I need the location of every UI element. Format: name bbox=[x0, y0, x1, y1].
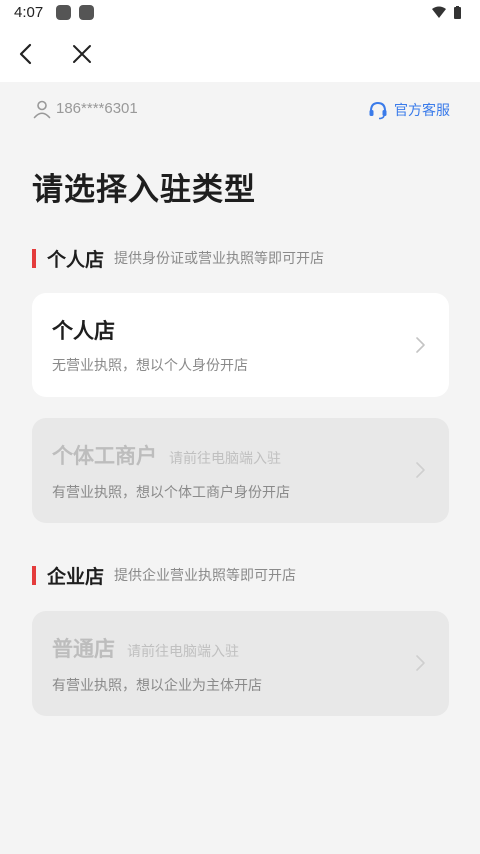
nav-bar bbox=[0, 26, 480, 82]
close-icon bbox=[73, 45, 91, 63]
section-title: 个人店 bbox=[47, 248, 105, 271]
notification-icon bbox=[79, 5, 94, 20]
chevron-right-icon bbox=[416, 655, 425, 671]
close-button[interactable] bbox=[66, 38, 98, 70]
card-hint: 请前往电脑端入驻 bbox=[169, 451, 281, 467]
status-bar: 4:07 bbox=[0, 0, 480, 26]
customer-service-label: 官方客服 bbox=[394, 103, 450, 119]
card-title: 个体工商户 bbox=[52, 444, 157, 468]
section-title: 企业店 bbox=[47, 565, 105, 588]
notification-icon bbox=[56, 5, 71, 20]
section-subtitle: 提供身份证或营业执照等即可开店 bbox=[114, 251, 325, 267]
account-phone: 186****6301 bbox=[56, 100, 138, 117]
store-type-card-individual-business[interactable]: 个体工商户 请前往电脑端入驻 有营业执照，想以个体工商户身份开店 bbox=[32, 418, 449, 523]
card-description: 无营业执照，想以个人身份开店 bbox=[52, 358, 248, 374]
chevron-right-icon bbox=[416, 337, 425, 353]
user-icon bbox=[33, 100, 51, 119]
card-title: 普通店 bbox=[52, 637, 115, 661]
section-marker bbox=[32, 248, 36, 268]
card-description: 有营业执照，想以企业为主体开店 bbox=[52, 678, 262, 694]
section-subtitle: 提供企业营业执照等即可开店 bbox=[114, 568, 297, 584]
account-row: 186****6301 官方客服 bbox=[32, 98, 450, 122]
chevron-right-icon bbox=[416, 462, 425, 478]
back-button[interactable] bbox=[10, 38, 42, 70]
card-title: 个人店 bbox=[52, 319, 115, 343]
section-marker bbox=[32, 565, 36, 585]
wifi-battery-icon bbox=[432, 6, 461, 19]
store-type-card-standard[interactable]: 普通店 请前往电脑端入驻 有营业执照，想以企业为主体开店 bbox=[32, 611, 449, 716]
chevron-left-icon bbox=[19, 43, 32, 65]
section-header-personal: 个人店 提供身份证或营业执照等即可开店 bbox=[32, 245, 324, 271]
headset-icon bbox=[369, 101, 387, 120]
customer-service-link[interactable]: 官方客服 bbox=[368, 98, 450, 122]
section-header-enterprise: 企业店 提供企业营业执照等即可开店 bbox=[32, 562, 296, 588]
status-time: 4:07 bbox=[14, 4, 44, 21]
card-hint: 请前往电脑端入驻 bbox=[127, 644, 239, 660]
page-title: 请选择入驻类型 bbox=[32, 172, 256, 208]
store-type-card-personal[interactable]: 个人店 无营业执照，想以个人身份开店 bbox=[32, 293, 449, 397]
card-description: 有营业执照，想以个体工商户身份开店 bbox=[52, 485, 290, 501]
